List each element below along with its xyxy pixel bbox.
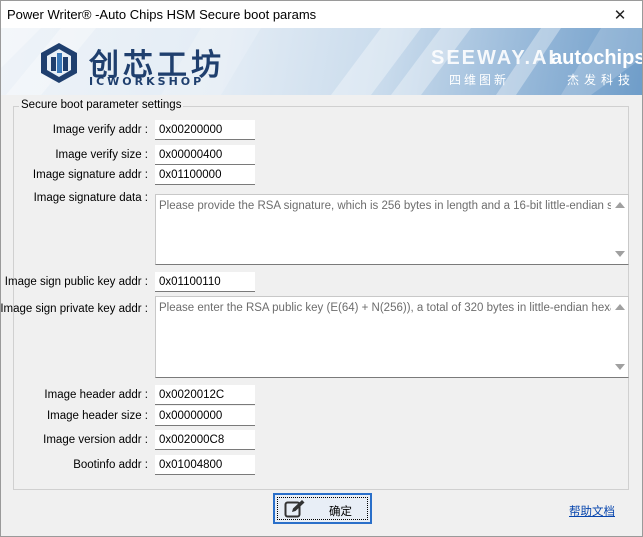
signature-data-scrollbar[interactable]	[611, 195, 628, 264]
autochips-brand: autochips	[551, 47, 642, 69]
ok-button[interactable]: 确定	[273, 493, 372, 524]
close-button[interactable]: ✕	[598, 1, 642, 28]
ok-button-label: 确定	[329, 506, 352, 518]
icworkshop-logo-icon	[41, 43, 77, 83]
image-sign-public-key-addr-input[interactable]: 0x01100110	[155, 272, 255, 292]
bootinfo-addr-input[interactable]: 0x01004800	[155, 455, 255, 475]
image-sign-public-key-addr-label: Image sign public key addr :	[4, 276, 148, 288]
scroll-up-icon[interactable]	[615, 202, 625, 208]
group-title: Secure boot parameter settings	[19, 99, 184, 111]
image-sign-private-key-placeholder: Please enter the RSA public key (E(64) +…	[159, 302, 629, 314]
help-docs-link[interactable]: 帮助文档	[569, 503, 615, 519]
image-header-size-label: Image header size :	[46, 410, 148, 422]
image-header-size-input[interactable]: 0x00000000	[155, 406, 255, 426]
window-title: Power Writer® -Auto Chips HSM Secure boo…	[7, 7, 317, 22]
image-verify-size-label: Image verify size :	[55, 149, 148, 161]
image-header-addr-input[interactable]: 0x0020012C	[155, 385, 255, 405]
image-version-addr-label: Image version addr :	[43, 434, 148, 446]
image-sign-private-key-textarea[interactable]: Please enter the RSA public key (E(64) +…	[155, 296, 629, 378]
image-signature-data-placeholder: Please provide the RSA signature, which …	[159, 200, 629, 212]
image-signature-addr-label: Image signature addr :	[32, 169, 148, 181]
seeway-brand-cn: 四维图新	[449, 73, 510, 87]
image-verify-addr-input[interactable]: 0x00200000	[155, 120, 255, 140]
bootinfo-addr-label: Bootinfo addr :	[73, 459, 148, 471]
image-signature-addr-input[interactable]: 0x01100000	[155, 165, 255, 185]
image-header-addr-label: Image header addr :	[44, 389, 148, 401]
logo-english-text: ICWORKSHOP	[89, 75, 205, 88]
image-verify-size-input[interactable]: 0x00000400	[155, 145, 255, 165]
scroll-down-icon[interactable]	[615, 364, 625, 370]
image-version-addr-input[interactable]: 0x002000C8	[155, 430, 255, 450]
image-signature-data-label: Image signature data :	[33, 192, 148, 204]
seeway-brand: SEEWAY.AI	[431, 47, 557, 69]
header-banner: 创芯工坊 ICWORKSHOP SEEWAY.AI 四维图新 autochips…	[1, 28, 642, 95]
title-bar: Power Writer® -Auto Chips HSM Secure boo…	[1, 1, 642, 28]
image-sign-private-key-addr-label: Image sign private key addr :	[0, 303, 148, 315]
scroll-down-icon[interactable]	[615, 251, 625, 257]
autochips-brand-cn: 杰发科技	[567, 73, 636, 87]
scroll-up-icon[interactable]	[615, 304, 625, 310]
private-key-scrollbar[interactable]	[611, 297, 628, 377]
image-signature-data-textarea[interactable]: Please provide the RSA signature, which …	[155, 194, 629, 265]
image-verify-addr-label: Image verify addr :	[52, 124, 148, 136]
dialog-window: Power Writer® -Auto Chips HSM Secure boo…	[0, 0, 643, 537]
close-icon: ✕	[613, 6, 627, 24]
edit-icon	[284, 500, 305, 518]
